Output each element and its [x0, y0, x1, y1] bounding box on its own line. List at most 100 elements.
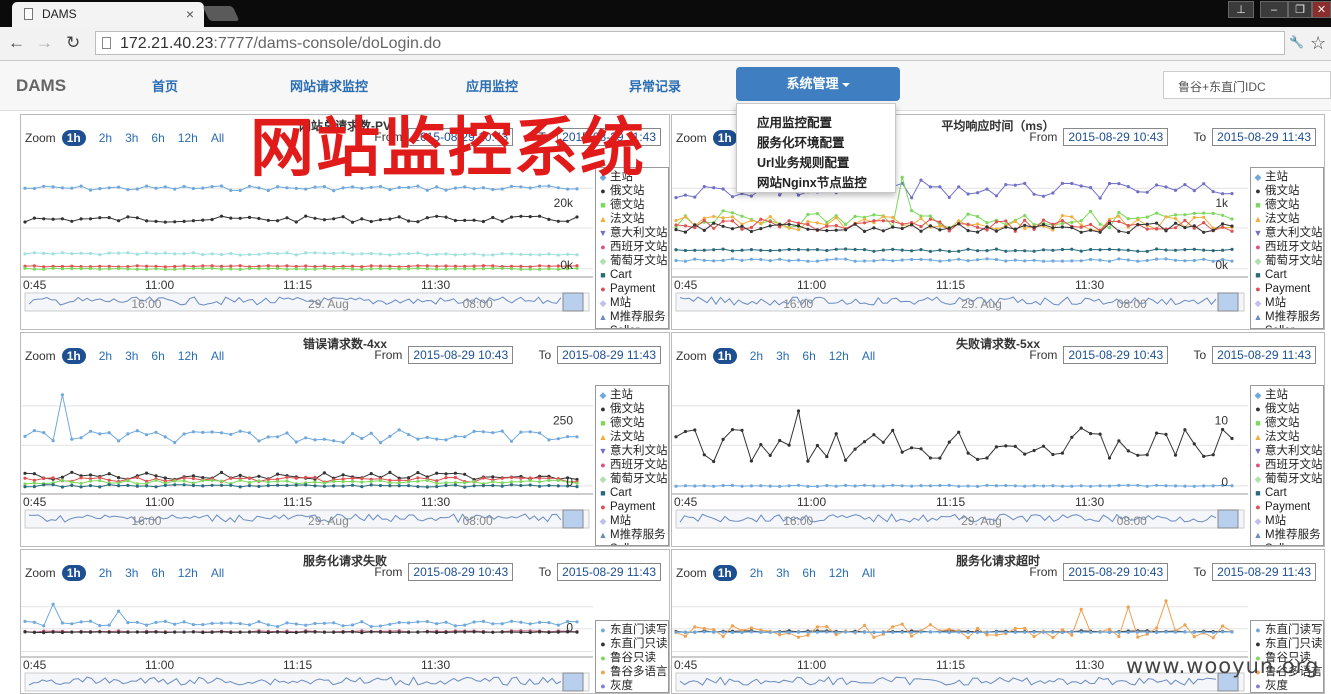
legend-item[interactable]: ● 西班牙文站: [598, 240, 667, 254]
legend-item[interactable]: ■ Cart: [598, 486, 666, 500]
legend-item[interactable]: ● 俄文站: [598, 402, 666, 416]
legend-item[interactable]: ● 灰度: [1253, 679, 1321, 692]
navigator-handle[interactable]: [562, 292, 584, 312]
menu-url-rule-config[interactable]: Url业务规则配置: [757, 152, 849, 171]
zoom-button-12h[interactable]: 12h: [829, 349, 849, 363]
zoom-button-1h[interactable]: 1h: [61, 348, 86, 364]
zoom-button-6h[interactable]: 6h: [151, 349, 164, 363]
zoom-button-3h[interactable]: 3h: [776, 349, 789, 363]
from-date-input[interactable]: 2015-08-29 10:43: [1063, 563, 1169, 581]
legend-item[interactable]: ▼ 意大利文站: [598, 226, 668, 240]
zoom-button-2h[interactable]: 2h: [99, 566, 112, 580]
legend-item[interactable]: ◆ 主站: [1253, 388, 1321, 402]
legend-item[interactable]: ■ Cart: [1253, 268, 1321, 282]
navigator-handle[interactable]: [562, 672, 584, 692]
zoom-button-3h[interactable]: 3h: [125, 131, 138, 145]
to-date-input[interactable]: 2015-08-29 11:43: [1212, 128, 1316, 146]
legend-item[interactable]: ■ 德文站: [1253, 198, 1321, 212]
legend-item[interactable]: ◆ 主站: [1253, 170, 1321, 184]
legend-item[interactable]: ● Payment: [598, 282, 666, 296]
zoom-button-all[interactable]: All: [211, 566, 224, 580]
legend-item[interactable]: ▼ 意大利文站: [1253, 444, 1323, 458]
url-field[interactable]: 172.21.40.23:7777/dams-console/doLogin.d…: [95, 31, 1285, 55]
legend-item[interactable]: ■ 德文站: [598, 416, 666, 430]
zoom-button-12h[interactable]: 12h: [178, 566, 198, 580]
legend-item[interactable]: ▲ M推荐服务: [598, 528, 666, 542]
legend-item[interactable]: ●Seller: [598, 542, 666, 545]
zoom-button-all[interactable]: All: [862, 566, 875, 580]
zoom-button-12h[interactable]: 12h: [178, 131, 198, 145]
legend-item[interactable]: ● Payment: [598, 500, 666, 514]
legend-item[interactable]: ▲ M推荐服务: [598, 310, 666, 324]
nav-system-admin[interactable]: 系统管理: [736, 67, 900, 101]
legend-item[interactable]: ● 东直门读写: [598, 623, 667, 637]
zoom-button-6h[interactable]: 6h: [802, 566, 815, 580]
legend-item[interactable]: ●Seller: [1253, 542, 1321, 545]
zoom-button-6h[interactable]: 6h: [151, 566, 164, 580]
legend-item[interactable]: ■ 德文站: [1253, 416, 1321, 430]
legend-item[interactable]: ◆ M站: [1253, 296, 1321, 310]
legend-item[interactable]: ◆ 葡萄牙文站: [598, 472, 668, 486]
zoom-button-6h[interactable]: 6h: [151, 131, 164, 145]
from-date-input[interactable]: 2015-08-29 10:43: [408, 346, 514, 364]
legend-item[interactable]: ● 东直门读写: [1253, 623, 1322, 637]
zoom-button-12h[interactable]: 12h: [178, 349, 198, 363]
zoom-button-all[interactable]: All: [862, 349, 875, 363]
legend-item[interactable]: ■ Cart: [598, 268, 666, 282]
nav-site-request-monitor[interactable]: 网站请求监控: [290, 76, 368, 95]
zoom-button-2h[interactable]: 2h: [750, 566, 763, 580]
legend-item[interactable]: ● 西班牙文站: [1253, 458, 1322, 472]
zoom-button-3h[interactable]: 3h: [125, 566, 138, 580]
from-date-input[interactable]: 2015-08-29 10:43: [1063, 346, 1169, 364]
menu-app-monitor-config[interactable]: 应用监控配置: [757, 112, 832, 131]
legend-item[interactable]: ● Payment: [1253, 282, 1321, 296]
legend-item[interactable]: ◆ M站: [598, 296, 666, 310]
reload-icon[interactable]: ↻: [66, 33, 80, 53]
zoom-button-1h[interactable]: 1h: [712, 565, 737, 581]
nav-home[interactable]: 首页: [152, 76, 178, 95]
nav-app-monitor[interactable]: 应用监控: [466, 76, 518, 95]
menu-nginx-node-monitor[interactable]: 网站Nginx节点监控: [757, 172, 867, 191]
navigator-handle[interactable]: [562, 509, 584, 529]
legend-item[interactable]: ● 鲁谷只读: [598, 651, 666, 665]
zoom-button-3h[interactable]: 3h: [125, 349, 138, 363]
legend-item[interactable]: ◆ 葡萄牙文站: [1253, 254, 1323, 268]
nav-exception-log[interactable]: 异常记录: [629, 76, 681, 95]
to-date-input[interactable]: 2015-08-29 11:43: [557, 563, 661, 581]
back-icon[interactable]: ←: [8, 33, 25, 53]
legend-item[interactable]: ● 西班牙文站: [1253, 240, 1322, 254]
legend-item[interactable]: ■ Cart: [1253, 486, 1321, 500]
legend-item[interactable]: ▲ 法文站: [1253, 212, 1321, 226]
zoom-button-3h[interactable]: 3h: [776, 566, 789, 580]
zoom-button-1h[interactable]: 1h: [61, 130, 86, 146]
forward-icon[interactable]: →: [36, 33, 53, 53]
legend-item[interactable]: ◆ 葡萄牙文站: [598, 254, 668, 268]
zoom-button-2h[interactable]: 2h: [99, 349, 112, 363]
zoom-button-2h[interactable]: 2h: [99, 131, 112, 145]
legend-item[interactable]: ▲ 法文站: [1253, 430, 1321, 444]
navigator-handle[interactable]: [1217, 292, 1239, 312]
navigator-handle[interactable]: [1217, 509, 1239, 529]
legend-item[interactable]: ● 鲁谷多语言: [598, 665, 667, 679]
from-date-input[interactable]: 2015-08-29 10:43: [1063, 128, 1169, 146]
legend-item[interactable]: ● Payment: [1253, 500, 1321, 514]
legend-item[interactable]: ● 俄文站: [1253, 184, 1321, 198]
legend-item[interactable]: ■ 德文站: [598, 198, 666, 212]
user-icon[interactable]: ⊥: [1228, 1, 1254, 18]
minimize-button[interactable]: –: [1260, 1, 1288, 18]
legend-item[interactable]: ◆ M站: [598, 514, 666, 528]
menu-service-env-config[interactable]: 服务化环境配置: [757, 132, 845, 151]
bookmark-star-icon[interactable]: ☆: [1310, 33, 1326, 54]
zoom-button-all[interactable]: All: [211, 131, 224, 145]
close-tab-icon[interactable]: ×: [186, 6, 194, 22]
brand-logo[interactable]: DAMS: [16, 76, 66, 96]
to-date-input[interactable]: 2015-08-29 11:43: [557, 346, 661, 364]
zoom-button-1h[interactable]: 1h: [61, 565, 86, 581]
legend-item[interactable]: ◆ 主站: [598, 388, 666, 402]
legend-item[interactable]: ● 俄文站: [598, 184, 666, 198]
idc-select[interactable]: 鲁谷+东直门IDC: [1163, 71, 1331, 99]
legend-item[interactable]: ● 俄文站: [1253, 402, 1321, 416]
legend-item[interactable]: ● 东直门只读: [1253, 637, 1322, 651]
legend-item[interactable]: ▲ 法文站: [598, 430, 666, 444]
new-tab-button[interactable]: [202, 6, 240, 21]
